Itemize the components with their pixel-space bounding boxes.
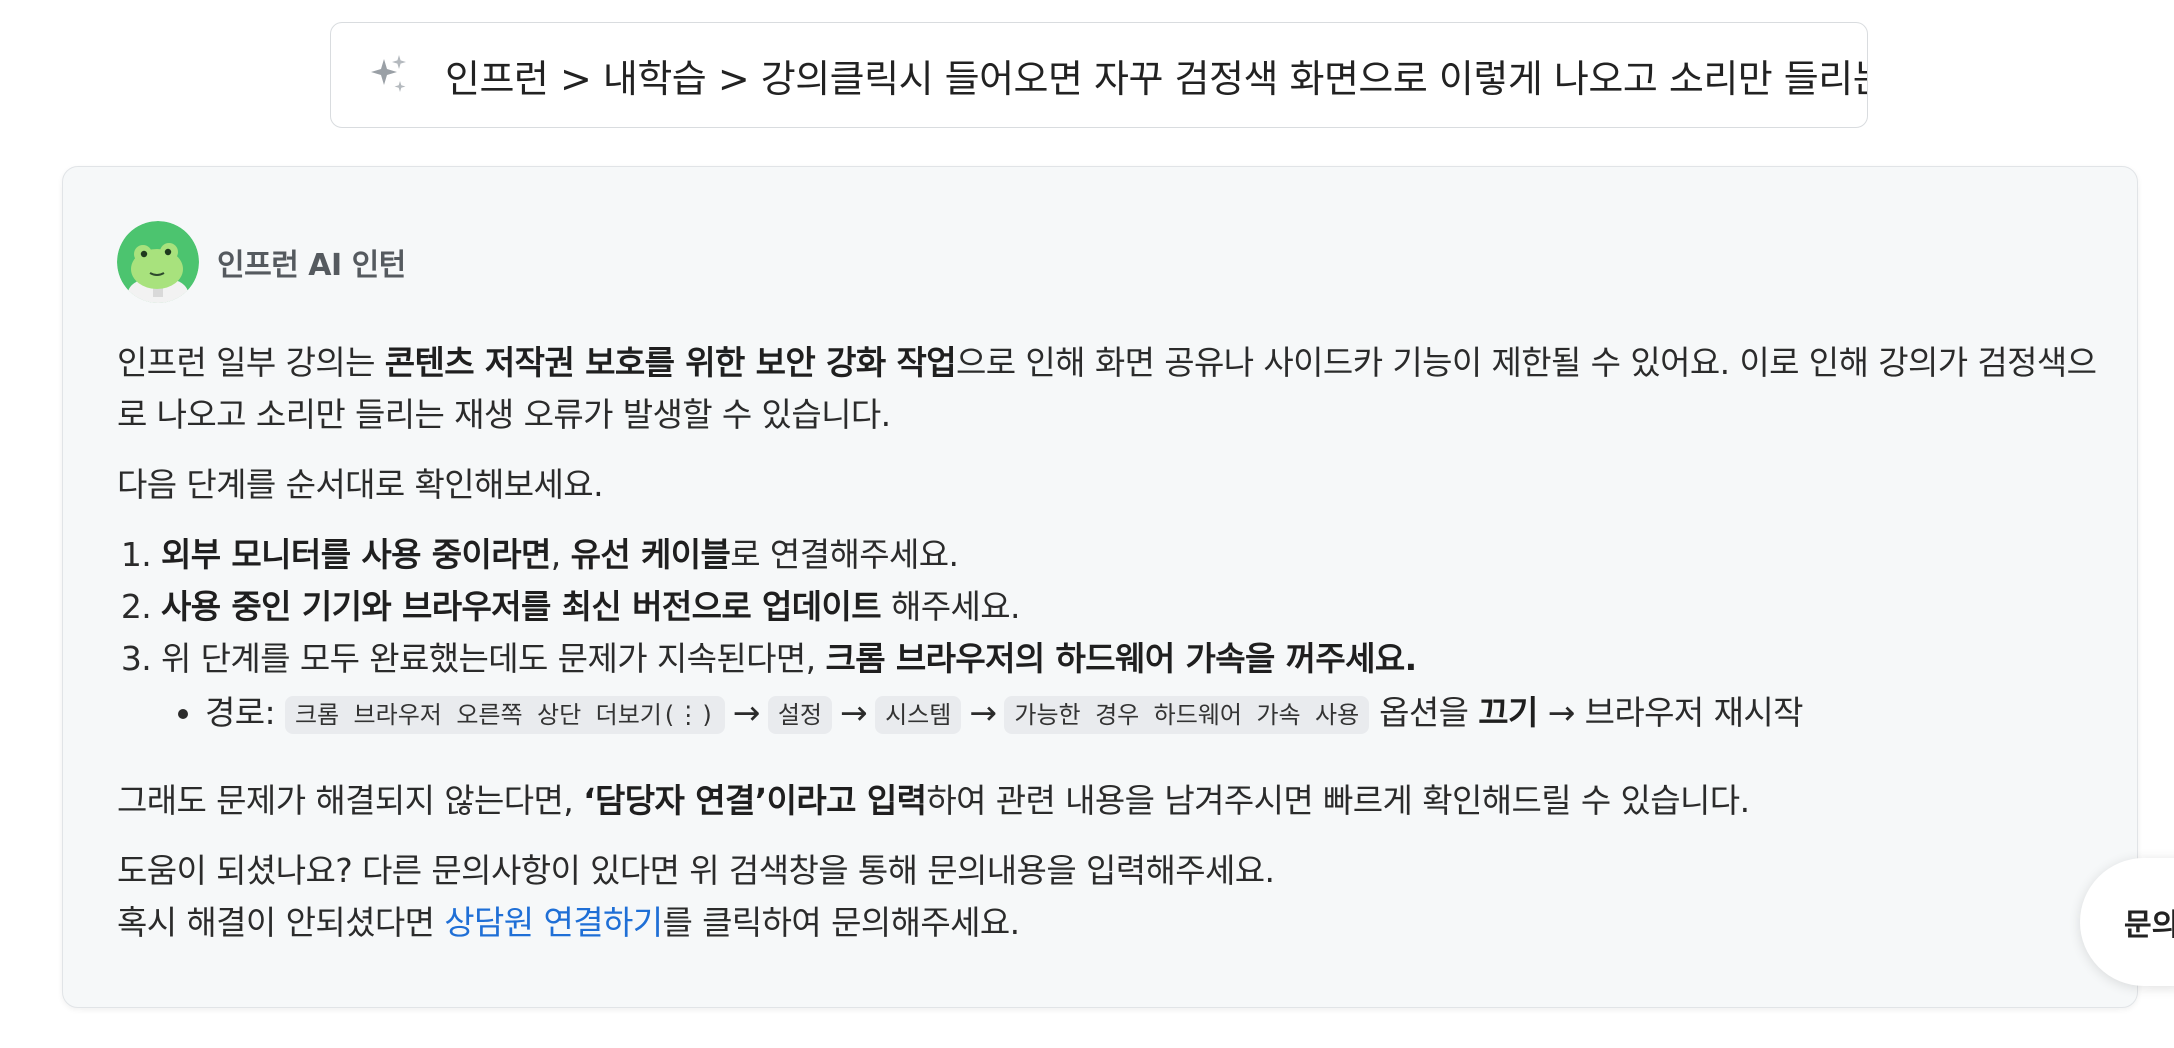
intro-paragraph: 인프런 일부 강의는 콘텐츠 저작권 보호를 위한 보안 강화 작업으로 인해 … — [117, 337, 2097, 441]
step-2-bold: 사용 중인 기기와 브라우저를 최신 버전으로 업데이트 — [161, 587, 882, 626]
bot-name: 인프런 AI 인턴 — [217, 248, 406, 283]
steps-list: 외부 모니터를 사용 중이라면, 유선 케이블로 연결해주세요. 사용 중인 기… — [117, 529, 2097, 741]
arrow-icon: → — [840, 693, 868, 732]
inquiry-float-label: 문의 — [2124, 908, 2174, 943]
contact-line: 혹시 해결이 안되셨다면 상담원 연결하기를 클릭하여 문의해주세요. — [117, 897, 2097, 949]
arrow-icon: → — [732, 693, 761, 732]
step-3-bold: 크롬 브라우저의 하드웨어 가속을 꺼주세요. — [825, 639, 1417, 678]
sparkle-icon — [371, 55, 406, 92]
path-label: 경로: — [205, 693, 285, 732]
help-line: 도움이 되셨나요? 다른 문의사항이 있다면 위 검색창을 통해 문의내용을 입… — [117, 851, 1275, 890]
contact-post: 를 클릭하여 문의해주세요. — [662, 903, 1021, 942]
path-chip-system: 시스템 — [875, 695, 962, 734]
step-item: 사용 중인 기기와 브라우저를 최신 버전으로 업데이트 해주세요. — [161, 581, 2097, 633]
path-item: 경로: 크롬 브라우저 오른쪽 상단 더보기(⋮)→설정→시스템→가능한 경우 … — [205, 685, 2097, 741]
step-item: 외부 모니터를 사용 중이라면, 유선 케이블로 연결해주세요. — [161, 529, 2097, 581]
search-bar[interactable]: 인프런 > 내학습 > 강의클릭시 들어오면 자꾸 검정색 화면으로 이렇게 나… — [330, 22, 1868, 128]
fallback-bold: ‘담당자 연결’이라고 입력 — [583, 781, 927, 820]
path-chip-more: 크롬 브라우저 오른쪽 상단 더보기(⋮) — [284, 695, 725, 734]
step-item: 위 단계를 모두 완료했는데도 문제가 지속된다면, 크롬 브라우저의 하드웨어… — [161, 633, 2097, 741]
frog-mascot-avatar — [117, 221, 199, 303]
step-3-pre: 위 단계를 모두 완료했는데도 문제가 지속된다면, — [161, 639, 826, 678]
path-list: 경로: 크롬 브라우저 오른쪽 상단 더보기(⋮)→설정→시스템→가능한 경우 … — [161, 685, 2097, 741]
step-1-post: 로 연결해주세요. — [730, 535, 959, 574]
fallback-pre: 그래도 문제가 해결되지 않는다면, — [117, 781, 584, 820]
fallback-paragraph: 그래도 문제가 해결되지 않는다면, ‘담당자 연결’이라고 입력하여 관련 내… — [117, 775, 2097, 827]
contact-pre: 혹시 해결이 안되셨다면 — [117, 903, 445, 942]
answer-content: 인프런 일부 강의는 콘텐츠 저작권 보호를 위한 보안 강화 작업으로 인해 … — [117, 337, 2097, 949]
path-restart-text: → 브라우저 재시작 — [1537, 693, 1804, 732]
step-1-bold-2: 유선 케이블 — [570, 535, 731, 574]
step-1-bold: 외부 모니터를 사용 중이라면 — [161, 535, 551, 574]
path-chip-hw-accel: 가능한 경우 하드웨어 가속 사용 — [1004, 695, 1370, 734]
step-1-mid: , — [550, 535, 571, 574]
intro-text-bold: 콘텐츠 저작권 보호를 위한 보안 강화 작업 — [384, 343, 957, 382]
steps-intro: 다음 단계를 순서대로 확인해보세요. — [117, 465, 604, 504]
path-option-text: 옵션을 — [1369, 693, 1479, 732]
path-off-bold: 끄기 — [1478, 693, 1538, 732]
step-2-post: 해주세요. — [881, 587, 1021, 626]
search-query-text[interactable]: 인프런 > 내학습 > 강의클릭시 들어오면 자꾸 검정색 화면으로 이렇게 나… — [445, 48, 1867, 103]
path-chip-settings: 설정 — [767, 695, 832, 734]
answer-card: 인프런 AI 인턴 인프런 일부 강의는 콘텐츠 저작권 보호를 위한 보안 강… — [62, 166, 2138, 1008]
arrow-icon: → — [969, 693, 997, 732]
contact-agent-link[interactable]: 상담원 연결하기 — [444, 903, 663, 942]
bot-header: 인프런 AI 인턴 — [117, 221, 2137, 303]
intro-text-pre: 인프런 일부 강의는 — [117, 343, 385, 382]
fallback-post: 하여 관련 내용을 남겨주시면 빠르게 확인해드릴 수 있습니다. — [926, 781, 1750, 820]
